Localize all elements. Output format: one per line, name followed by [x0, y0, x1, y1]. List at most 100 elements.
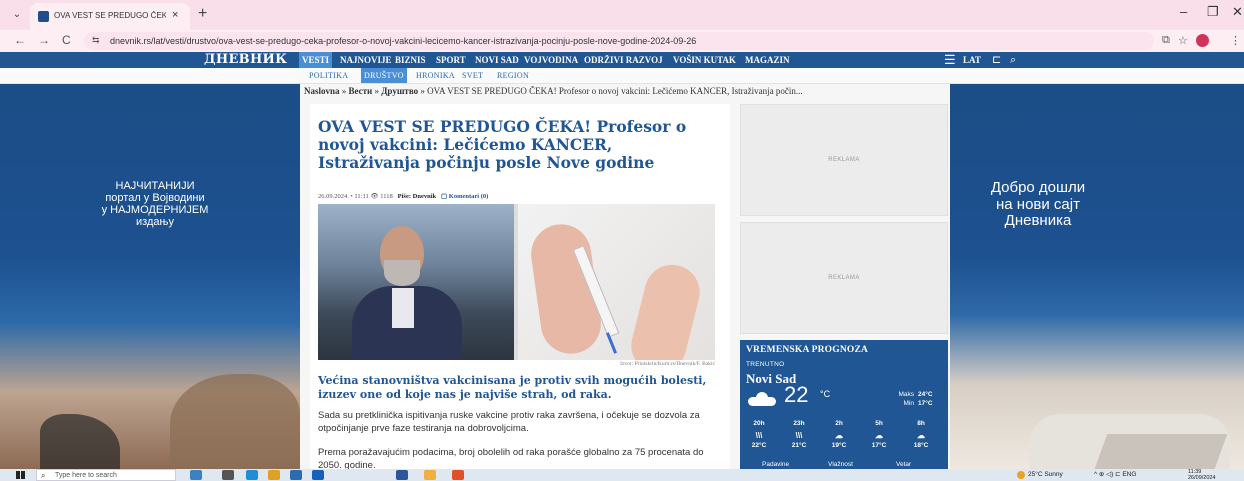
- left-ad-banner[interactable]: НАЈЧИТАНИЈИ портал у Војводини у НАЈМОДЕ…: [0, 84, 300, 469]
- back-button[interactable]: ←: [14, 33, 26, 47]
- nav-item-magazin[interactable]: MAGAZIN: [742, 52, 793, 68]
- cloud-icon: ☁: [835, 431, 843, 440]
- reload-button[interactable]: C: [62, 33, 71, 47]
- taskbar-weather[interactable]: 25°C Sunny: [1028, 469, 1063, 481]
- tab-close-icon[interactable]: ×: [172, 9, 178, 21]
- system-tray[interactable]: ^ ⊕ ◁) ⊏ ENG: [1094, 469, 1136, 481]
- min-label: Min: [903, 400, 914, 407]
- subnav-item-region[interactable]: REGION: [494, 68, 532, 83]
- photo-finger: [625, 258, 706, 360]
- url-text[interactable]: dnevnik.rs/lat/vesti/drustvo/ova-vest-se…: [110, 36, 696, 46]
- browser-menu-icon[interactable]: ⋮: [1230, 34, 1241, 47]
- photo-beard: [384, 260, 420, 286]
- forecast-temp: 17°C: [871, 442, 887, 449]
- nav-item-odrzivi-razvoj[interactable]: ODRŽIVI RAZVOJ: [581, 52, 666, 68]
- cast-icon[interactable]: ⧉: [1162, 34, 1170, 47]
- language-toggle[interactable]: LAT: [963, 52, 981, 68]
- left-banner-line: издању: [136, 216, 174, 229]
- forecast-temp: 19°C: [831, 442, 847, 449]
- taskbar-app-icon[interactable]: [312, 470, 324, 480]
- breadcrumb-current: OVA VEST SE PREDUGO ČEKA! Profesor o nov…: [427, 86, 803, 96]
- subnav-item-hronika[interactable]: HRONIKA: [413, 68, 458, 83]
- article-date: 26.09.2024.: [318, 193, 349, 200]
- max-label: Maks: [898, 391, 914, 398]
- minimize-button[interactable]: –: [1180, 4, 1187, 19]
- comments-icon[interactable]: ▢: [441, 193, 447, 200]
- left-banner-line: НАЈЧИТАНИЈИ: [115, 180, 195, 192]
- nav-item-sport[interactable]: SPORT: [433, 52, 469, 68]
- windows-taskbar: ⌕ Type here to search 25°C Sunny ^ ⊕ ◁) …: [0, 469, 1244, 481]
- left-banner-text: НАЈЧИТАНИЈИ портал у Војводини у НАЈМОДЕ…: [90, 180, 220, 228]
- max-temp: 24°C: [918, 391, 933, 398]
- taskbar-search-placeholder[interactable]: Type here to search: [55, 470, 117, 481]
- profile-avatar[interactable]: [1196, 34, 1209, 47]
- taskbar-app-icon[interactable]: [246, 470, 258, 480]
- ad-slot[interactable]: REKLAMA: [740, 222, 948, 334]
- breadcrumb-section[interactable]: Вести: [349, 86, 373, 96]
- restore-button[interactable]: ❐: [1207, 4, 1219, 20]
- banner-photo-person: [170, 374, 300, 469]
- browser-tab-bar: ⌄ OVA VEST SE PREDUGO ČEKA! Pr × + – ❐ ✕: [0, 0, 1244, 30]
- right-banner-text: Добро дошли на нови сајт Дневника: [968, 179, 1108, 230]
- forecast-hour: 23h: [793, 420, 805, 427]
- bookmark-star-icon[interactable]: ☆: [1178, 34, 1188, 47]
- forecast-slot: 2h ☁ 19°C: [822, 420, 856, 452]
- taskbar-app-icon[interactable]: [424, 470, 436, 480]
- ad-slot[interactable]: REKLAMA: [740, 104, 948, 216]
- search-icon: ⌕: [41, 471, 46, 480]
- tab-list-button[interactable]: ⌄: [10, 8, 24, 22]
- search-icon[interactable]: ⌕: [1010, 52, 1016, 68]
- banner-photo-keyboard: [1092, 434, 1228, 469]
- comments-link[interactable]: Komentari (0): [449, 193, 489, 200]
- breadcrumb-subsection[interactable]: Друштво: [381, 86, 418, 96]
- site-info-icon[interactable]: ⇆: [92, 35, 100, 46]
- taskbar-app-icon[interactable]: [268, 470, 280, 480]
- site-logo[interactable]: ДНЕВНИК: [204, 52, 287, 68]
- subnav-item-svet[interactable]: SVET: [459, 68, 486, 83]
- article-meta: 26.09.2024. • 11:11 👁 1118 Piše: Dnevnik…: [318, 193, 489, 200]
- forecast-hour: 2h: [835, 420, 843, 427]
- address-bar[interactable]: ⇆ dnevnik.rs/lat/vesti/drustvo/ova-vest-…: [84, 32, 1154, 50]
- windows-start-icon[interactable]: [16, 471, 25, 479]
- hamburger-menu-icon[interactable]: ☰: [944, 52, 956, 68]
- nav-item-najnovije[interactable]: NAJNOVIJE: [337, 52, 395, 68]
- browser-tab[interactable]: OVA VEST SE PREDUGO ČEKA! Pr ×: [30, 3, 190, 30]
- breadcrumb-separator: »: [418, 86, 428, 96]
- tab-vlaznost[interactable]: Vlažnost: [828, 461, 853, 468]
- breadcrumb: Naslovna » Вести » Друштво » OVA VEST SE…: [304, 86, 950, 96]
- forecast-hour: 20h: [753, 420, 765, 427]
- left-banner-line: портал у Војводини: [105, 192, 205, 205]
- taskbar-app-icon[interactable]: [222, 470, 234, 480]
- nav-item-biznis[interactable]: BIZNIS: [392, 52, 429, 68]
- right-ad-banner[interactable]: Добро дошли на нови сајт Дневника: [950, 84, 1244, 469]
- views-icon: 👁: [370, 193, 379, 200]
- weather-unit: °C: [820, 389, 831, 399]
- subnav-item-drustvo[interactable]: DRUŠTVO: [361, 68, 407, 83]
- nav-item-vesti[interactable]: VESTI: [299, 52, 333, 68]
- right-banner-line: Дневника: [1004, 212, 1072, 229]
- photo-credit: Izvor: Printskrin/Kurir.rs/Dnevnik/F. Ba…: [620, 361, 715, 367]
- taskbar-app-icon[interactable]: [290, 470, 302, 480]
- nav-item-novi-sad[interactable]: NOVI SAD: [472, 52, 522, 68]
- tab-vetar[interactable]: Vetar: [896, 461, 911, 468]
- photo-syringe: [518, 204, 715, 360]
- tab-padavine[interactable]: Padavine: [762, 461, 789, 468]
- article-author[interactable]: Dnevnik: [413, 193, 436, 200]
- cloud-icon: ☁: [875, 431, 883, 440]
- taskbar-clock[interactable]: 11:39 26/09/2024: [1188, 469, 1216, 481]
- taskbar-search[interactable]: ⌕ Type here to search: [36, 469, 176, 481]
- new-tab-button[interactable]: +: [198, 5, 207, 23]
- bookmark-icon[interactable]: ⊏: [992, 52, 1001, 68]
- nav-item-vojvodina[interactable]: VOJVODINA: [521, 52, 581, 68]
- close-window-button[interactable]: ✕: [1232, 4, 1243, 20]
- taskbar-app-icon[interactable]: [396, 470, 408, 480]
- weather-widget: VREMENSKA PROGNOZA TRENUTNO Novi Sad 22 …: [740, 340, 948, 469]
- taskbar-app-icon[interactable]: [452, 470, 464, 480]
- taskbar-app-icon[interactable]: [190, 470, 202, 480]
- subnav-item-politika[interactable]: POLITIKA: [306, 68, 351, 83]
- weather-temperature: 22: [784, 382, 809, 407]
- breadcrumb-home[interactable]: Naslovna: [304, 86, 340, 96]
- forecast-slot: 8h ☁ 18°C: [904, 420, 938, 452]
- nav-item-vosin-kutak[interactable]: VOŠIN KUTAK: [670, 52, 739, 68]
- forward-button[interactable]: →: [38, 33, 50, 47]
